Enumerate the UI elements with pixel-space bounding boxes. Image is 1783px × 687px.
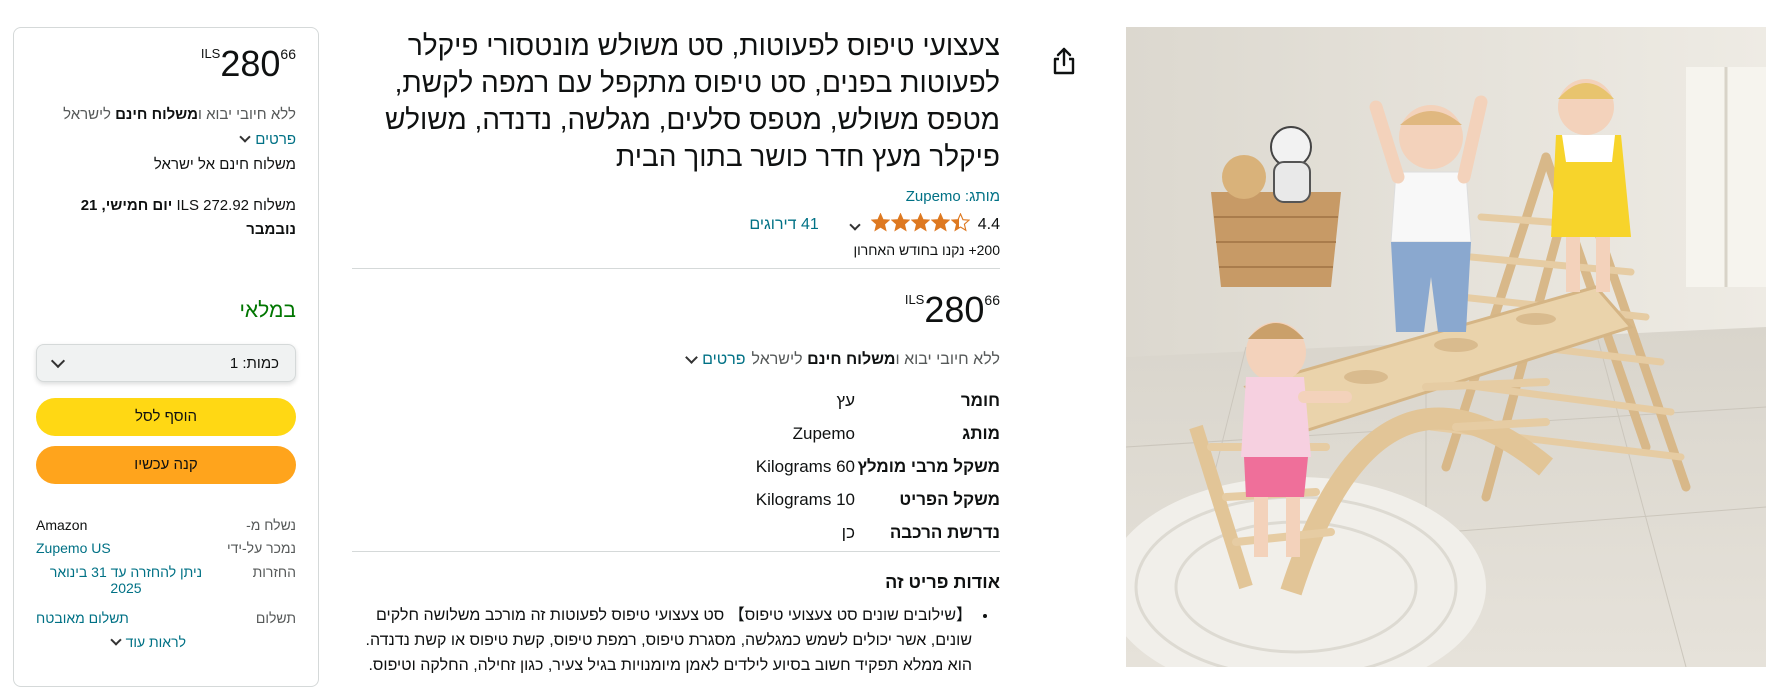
about-bullet: 【שילובים שונים סט צעצועי טיפוס】 סט צעצוע… [352, 603, 972, 678]
spec-key: משקל הפריט [899, 489, 1000, 509]
details-link[interactable]: פרטים [702, 351, 745, 369]
details-link-label[interactable]: פרטים [255, 131, 296, 148]
payment-row: תשלום תשלום מאובטח [36, 610, 296, 626]
spec-row: משקל הפריט 10 Kilograms [700, 483, 1000, 516]
quantity-label: כמות: [242, 354, 279, 372]
price-currency: ILS [904, 292, 925, 307]
ships-from-value: Amazon [36, 517, 88, 533]
spec-key: נדרשת הרכבה [889, 522, 1000, 542]
ships-from-row: נשלח מ- Amazon [36, 517, 296, 533]
delivery-prefix: משלוח ILS 272.92 [172, 197, 296, 214]
price-fraction: 66 [280, 46, 296, 62]
divider [352, 268, 1000, 269]
buybox-price: ILS28066 [201, 44, 296, 84]
sold-by-label: נמכר על-ידי [226, 540, 296, 556]
star-icon [910, 212, 931, 237]
chevron-down-icon[interactable] [685, 351, 698, 364]
sold-by-row: נמכר על-ידי Zupemo US [36, 540, 296, 556]
product-image[interactable] [1126, 27, 1766, 667]
ratings-count-link[interactable]: 41 דירוגים [749, 216, 818, 234]
spec-row: משקל מרבי מומלץ 60 Kilograms [700, 450, 1000, 483]
spec-key: משקל מרבי מומלץ [857, 456, 1000, 476]
import-prefix: ללא חיובי יבוא ו [198, 106, 296, 123]
spec-key: מותג [962, 423, 1000, 443]
product-title: צעצועי טיפוס לפעוטות, סט משולש מונטסורי … [385, 30, 1000, 172]
chevron-down-icon [239, 131, 251, 143]
chevron-down-icon [109, 633, 122, 646]
spec-value: כן [841, 522, 855, 542]
star-icon [890, 212, 911, 237]
about-heading: אודות פריט זה [885, 572, 1000, 592]
price-whole: 280 [220, 43, 281, 84]
add-to-cart-button[interactable]: הוסף לסל [36, 398, 296, 436]
star-rating[interactable] [870, 212, 971, 237]
import-fees-note: ללא חיובי יבוא ומשלוח חינם לישראל פרטים [600, 351, 1000, 369]
product-specs-table: חומר עץ מותג Zupemo משקל מרבי מומלץ 60 Kilogr… [700, 384, 1000, 549]
details-link[interactable]: פרטים [239, 131, 296, 148]
returns-row: החזרות ניתן להחזרה עד 31 בינואר 2025 [36, 564, 296, 596]
rating-row: 4.4 41 דירוגים [600, 212, 1000, 237]
price-fraction: 66 [984, 292, 1000, 308]
spec-value: 60 Kilograms [755, 456, 855, 476]
spec-value: עץ [836, 390, 855, 410]
import-suffix: לישראל [751, 351, 808, 368]
import-prefix: ללא חיובי יבוא ו [895, 351, 1000, 368]
see-more-label[interactable]: לראות עוד [126, 634, 186, 650]
spec-value: Zupemo [792, 423, 855, 443]
stock-status: במלאי [239, 299, 296, 322]
spec-row: מותג Zupemo [700, 417, 1000, 450]
free-shipping-israel: משלוח חינם אל ישראל [153, 156, 296, 173]
free-shipping-bold: משלוח חינם [115, 106, 199, 123]
star-icon [930, 212, 951, 237]
rating-value: 4.4 [977, 216, 1000, 233]
divider [352, 551, 1000, 552]
seller-link[interactable]: Zupemo US [36, 540, 216, 556]
spec-key: חומר [960, 390, 1000, 410]
product-price: ILS28066 [905, 290, 1000, 330]
payment-label: תשלום [255, 610, 296, 626]
import-suffix: לישראל [63, 106, 116, 123]
free-shipping-bold: משלוח חינם [807, 351, 896, 368]
import-fees-note: ללא חיובי יבוא ומשלוח חינם לישראל [63, 106, 296, 123]
buy-box: ILS28066 ללא חיובי יבוא ומשלוח חינם לישר… [13, 27, 319, 687]
spec-row: נדרשת הרכבה כן [700, 516, 1000, 549]
see-more-button[interactable]: לראות עוד [36, 633, 186, 650]
returns-link[interactable]: ניתן להחזרה עד 31 בינואר 2025 [36, 564, 216, 596]
price-currency: ILS [200, 46, 221, 61]
quantity-text: כמות: 1 [230, 355, 279, 372]
brand-link[interactable]: מותג: Zupemo [700, 188, 1000, 205]
returns-label: החזרות [252, 564, 296, 580]
spec-value: 10 Kilograms [755, 489, 855, 509]
spec-row: חומר עץ [700, 384, 1000, 417]
bought-last-month: 200+ נקנו בחודש האחרון [853, 242, 1000, 258]
buy-now-button[interactable]: קנה עכשיו [36, 446, 296, 484]
secure-payment-link[interactable]: תשלום מאובטח [36, 610, 216, 626]
product-photo-illustration [1126, 27, 1766, 667]
star-icon [950, 212, 971, 237]
import-text: ללא חיובי יבוא ומשלוח חינם לישראל [752, 351, 1000, 369]
about-bullets: 【שילובים שונים סט צעצועי טיפוס】 סט צעצוע… [352, 603, 1000, 678]
quantity-select[interactable]: כמות: 1 [36, 344, 296, 382]
quantity-value: 1 [229, 354, 239, 372]
share-icon[interactable] [1050, 46, 1078, 76]
chevron-down-icon[interactable] [849, 219, 861, 231]
chevron-down-icon [50, 353, 66, 368]
ships-from-label: נשלח מ- [246, 517, 296, 533]
delivery-estimate: משלוח ILS 272.92 יום חמישי, 21 נובמבר [46, 194, 296, 242]
price-whole: 280 [924, 289, 985, 330]
star-icon [870, 212, 891, 237]
